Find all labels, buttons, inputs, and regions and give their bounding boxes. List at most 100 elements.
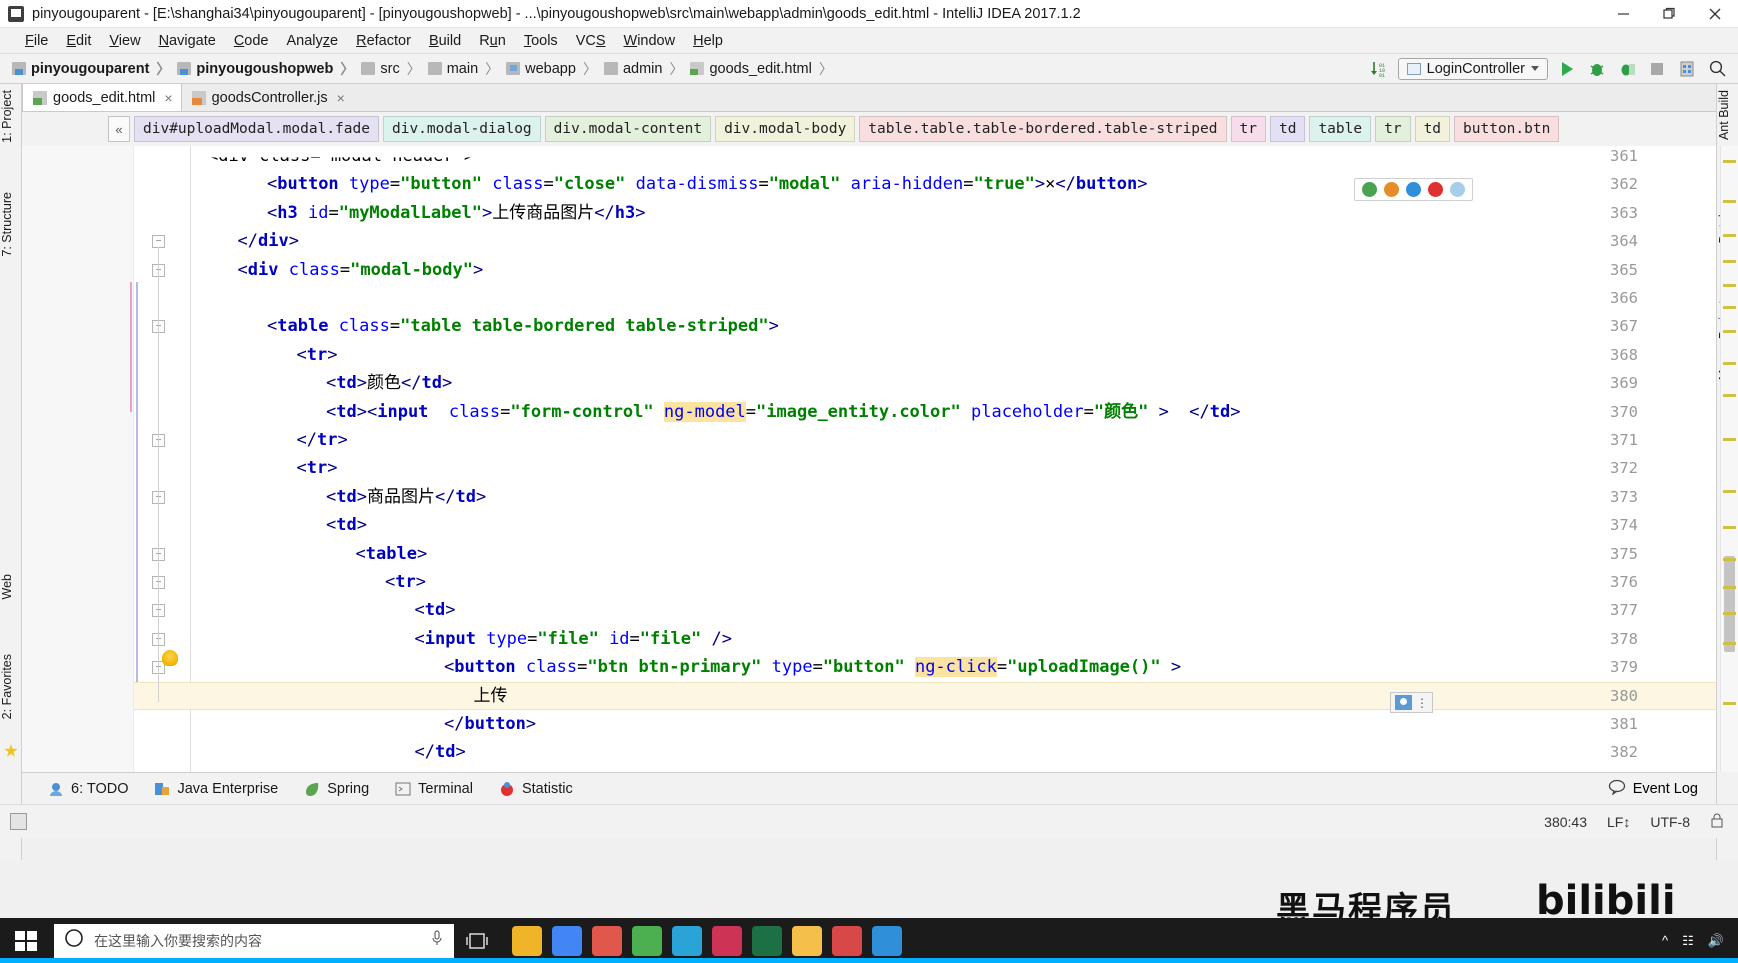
tray-network-icon[interactable]: ☷ (1682, 933, 1694, 949)
sidebar-item-project[interactable]: 1: Project (0, 90, 22, 143)
gutter-marker[interactable] (1723, 160, 1736, 163)
breadcrumb-item-admin[interactable]: admin 〉 (603, 59, 691, 79)
memory-indicator-icon[interactable] (10, 813, 27, 830)
safari-preview-icon[interactable] (1450, 182, 1465, 197)
close-tab-icon[interactable]: × (164, 90, 172, 106)
update-project-icon[interactable]: 01 10 01 (1368, 58, 1390, 80)
structure-crumb[interactable]: button.btn (1454, 116, 1560, 142)
gutter-marker[interactable] (1723, 612, 1736, 615)
edge-preview-icon[interactable] (1406, 182, 1421, 197)
windows-start-icon[interactable] (0, 918, 52, 963)
code-line[interactable]: <td> (415, 596, 456, 624)
menu-analyze[interactable]: Analyze (278, 31, 348, 51)
gutter-marker[interactable] (1723, 394, 1736, 397)
structure-crumb[interactable]: div.modal-content (544, 116, 712, 142)
breadcrumb-item-main[interactable]: main 〉 (427, 59, 506, 79)
search-everywhere-button[interactable] (1706, 58, 1728, 80)
breadcrumb-item-goods-edit-html[interactable]: goods_edit.html 〉 (690, 59, 839, 79)
tool-window-spring[interactable]: Spring (304, 781, 369, 797)
sidebar-item-ant-build[interactable]: Ant Build (1717, 90, 1738, 140)
microphone-icon[interactable] (430, 929, 444, 952)
collapse-breadcrumb-button[interactable]: « (108, 116, 130, 142)
code-line[interactable]: <tr> (297, 454, 338, 482)
structure-crumb[interactable]: div.modal-dialog (382, 116, 541, 142)
gutter-marker[interactable] (1723, 702, 1736, 705)
sidebar-item-favorites[interactable]: 2: Favorites (0, 654, 22, 719)
build-module-button[interactable] (1676, 58, 1698, 80)
app-excel[interactable] (752, 925, 782, 956)
gutter-marker[interactable] (1723, 330, 1736, 333)
editor-vertical-scrollbar[interactable] (1720, 146, 1738, 772)
gutter-marker[interactable] (1723, 526, 1736, 529)
gutter-marker[interactable] (1723, 362, 1736, 365)
caret-position[interactable]: 380:43 (1544, 814, 1587, 830)
firefox-preview-icon[interactable] (1384, 182, 1399, 197)
menu-help[interactable]: Help (684, 31, 732, 51)
menu-vcs[interactable]: VCS (567, 31, 615, 51)
tool-window-todo[interactable]: 6: TODO (48, 781, 128, 797)
taskbar-search-input[interactable]: 在这里输入你要搜索的内容 (94, 931, 420, 951)
menu-run[interactable]: Run (470, 31, 515, 51)
structure-crumb[interactable]: div.modal-body (715, 116, 856, 142)
structure-crumb[interactable]: tr (1375, 116, 1411, 142)
code-editor[interactable]: 361 <div class="modal-header"> 362 <button … (22, 146, 1716, 772)
widget-chevron-icon[interactable]: ⋮ (1416, 696, 1428, 710)
menu-code[interactable]: Code (225, 31, 278, 51)
app-explorer-window[interactable] (672, 925, 702, 956)
structure-crumb[interactable]: td (1269, 116, 1306, 142)
menu-window[interactable]: Window (615, 31, 685, 51)
code-line[interactable]: <input type="file" id="file" /> (415, 625, 732, 653)
structure-crumb[interactable]: table.table.table-bordered.table-striped (859, 116, 1227, 142)
code-line[interactable]: </div> (238, 227, 299, 255)
editor-tab-goods-edit-html[interactable]: goods_edit.html × (22, 84, 182, 111)
tray-volume-icon[interactable]: 🔊 (1708, 933, 1724, 949)
breadcrumb-item-pinyougouparent[interactable]: pinyougouparent 〉 (12, 59, 177, 79)
close-button[interactable] (1692, 0, 1738, 28)
code-line[interactable]: <button type="button" class="close" data… (267, 170, 1148, 198)
app-pdf[interactable] (832, 925, 862, 956)
app-file-explorer[interactable] (792, 925, 822, 956)
structure-crumb[interactable]: td (1414, 116, 1451, 142)
breadcrumb-item-src[interactable]: src 〉 (361, 59, 427, 79)
gutter-marker[interactable] (1723, 490, 1736, 493)
line-separator[interactable]: LF↕ (1607, 814, 1630, 830)
editor-tab-goodscontroller-js[interactable]: goodsController.js × (182, 84, 353, 111)
sidebar-item-structure[interactable]: 7: Structure (0, 192, 22, 257)
gutter-marker[interactable] (1723, 558, 1736, 561)
sidebar-item-web[interactable]: Web (0, 574, 22, 599)
code-line[interactable]: 上传 (474, 682, 508, 710)
menu-refactor[interactable]: Refactor (347, 31, 420, 51)
menu-build[interactable]: Build (420, 31, 470, 51)
structure-crumb[interactable]: div#uploadModal.modal.fade (134, 116, 379, 142)
gutter-marker[interactable] (1723, 234, 1736, 237)
task-view-icon[interactable] (454, 918, 500, 963)
lock-icon[interactable] (1710, 813, 1724, 831)
app-idea[interactable] (712, 925, 742, 956)
code-line[interactable]: <td>颜色</td> (326, 369, 452, 397)
tray-chevron-icon[interactable]: ^ (1662, 933, 1668, 948)
tool-window-terminal[interactable]: Terminal (395, 781, 473, 797)
gutter-marker[interactable] (1723, 306, 1736, 309)
code-line[interactable]: </td> (415, 738, 466, 766)
code-line[interactable]: </tr> (297, 426, 348, 454)
editor-gutter[interactable] (22, 146, 134, 772)
menu-file[interactable]: FFileile (16, 31, 57, 51)
stop-button[interactable] (1646, 58, 1668, 80)
menu-tools[interactable]: Tools (515, 31, 567, 51)
minimize-button[interactable] (1600, 0, 1646, 28)
code-line[interactable]: <tr> (385, 568, 426, 596)
tool-window-java-enterprise[interactable]: Java Enterprise (154, 781, 278, 797)
code-line[interactable]: </button> (444, 710, 536, 738)
app-navicat[interactable] (872, 925, 902, 956)
code-line[interactable]: <td><input class="form-control" ng-model… (326, 398, 1241, 426)
gutter-marker[interactable] (1723, 260, 1736, 263)
code-line[interactable]: <tr> (297, 341, 338, 369)
app-chrome[interactable] (552, 925, 582, 956)
file-encoding[interactable]: UTF-8 (1650, 814, 1690, 830)
breadcrumb-item-pinyougoushopweb[interactable]: pinyougoushopweb 〉 (177, 59, 361, 79)
run-configuration-selector[interactable]: LoginController (1397, 57, 1548, 80)
app-wps[interactable] (632, 925, 662, 956)
gutter-marker[interactable] (1723, 438, 1736, 441)
code-line[interactable]: <div class="modal-body"> (238, 256, 484, 284)
code-line[interactable]: <h3 id="myModalLabel">上传商品图片</h3> (267, 199, 645, 227)
